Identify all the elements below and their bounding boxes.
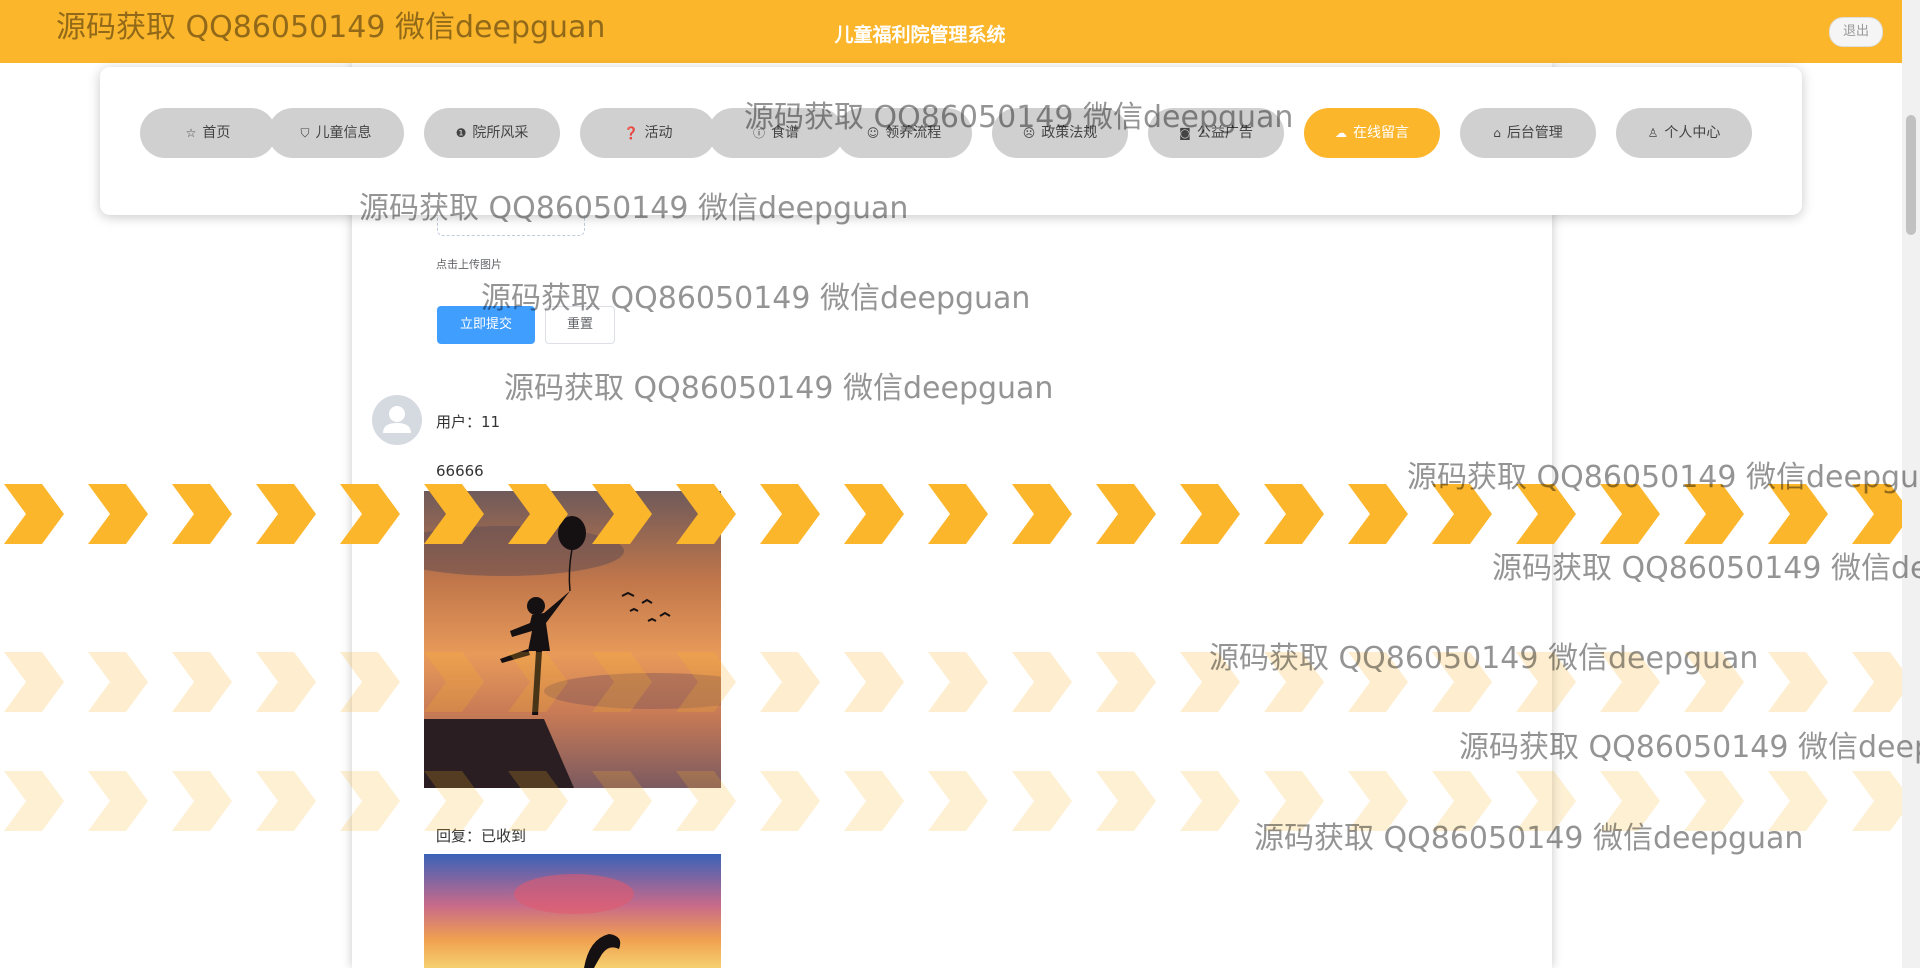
nav-item-children-info[interactable]: ⛉ 儿童信息	[268, 108, 404, 158]
nav-item-online-message[interactable]: ☁ 在线留言	[1304, 108, 1440, 158]
nav-item-activities[interactable]: ❓ 活动	[580, 108, 716, 158]
star-icon: ☆	[185, 126, 197, 140]
watermark-text: 源码获取 QQ86050149 微信deepguan	[481, 281, 1031, 316]
cloud-icon: ☁	[1335, 126, 1347, 140]
watermark-text: 源码获取 QQ86050149 微信deepguan	[1492, 551, 1920, 586]
avatar-person-icon	[383, 406, 411, 433]
question-circle-icon: ❓	[623, 126, 639, 140]
upload-hint: 点击上传图片	[436, 258, 502, 271]
watermark-text: 源码获取 QQ86050149 微信deepguan	[56, 10, 606, 45]
nav-item-label: 活动	[644, 125, 673, 141]
scrollbar-thumb[interactable]	[1906, 115, 1916, 235]
user-avatar	[372, 395, 422, 445]
nav-item-personal-center[interactable]: ♙ 个人中心	[1616, 108, 1752, 158]
message-user: 用户：11	[436, 413, 501, 431]
nav-item-label: 个人中心	[1664, 125, 1721, 141]
nav-item-admin[interactable]: ⌂ 后台管理	[1460, 108, 1596, 158]
alert-circle-icon: ❶	[455, 126, 467, 140]
nav-item-label: 首页	[202, 125, 231, 141]
nav-item-home[interactable]: ☆ 首页	[140, 108, 276, 158]
watermark-text: 源码获取 QQ86050149 微信deepguan	[504, 371, 1054, 406]
briefcase-icon: ⌂	[1493, 126, 1501, 140]
watermark-text: 源码获取 QQ86050149 微信deepguan	[359, 191, 909, 226]
nav-item-label: 后台管理	[1506, 125, 1563, 141]
watermark-text: 源码获取 QQ86050149 微信deepguan	[1459, 730, 1920, 765]
bag-icon: ⛉	[300, 126, 310, 140]
watermark-text: 源码获取 QQ86050149 微信deepguan	[1407, 460, 1920, 495]
message-text: 66666	[436, 462, 484, 480]
nav-item-label: 院所风采	[472, 125, 529, 141]
nav-item-label: 在线留言	[1353, 125, 1409, 141]
watermark-text: 源码获取 QQ86050149 微信deepguan	[744, 100, 1294, 135]
watermark-text: 源码获取 QQ86050149 微信deepguan	[1209, 641, 1759, 676]
nav-item-label: 儿童信息	[315, 125, 372, 141]
reply-image	[424, 854, 721, 968]
logout-button[interactable]: 退出	[1829, 17, 1883, 47]
watermark-text: 源码获取 QQ86050149 微信deepguan	[1254, 821, 1804, 856]
user-icon: ♙	[1647, 126, 1659, 140]
nav-item-institute-style[interactable]: ❶ 院所风采	[424, 108, 560, 158]
